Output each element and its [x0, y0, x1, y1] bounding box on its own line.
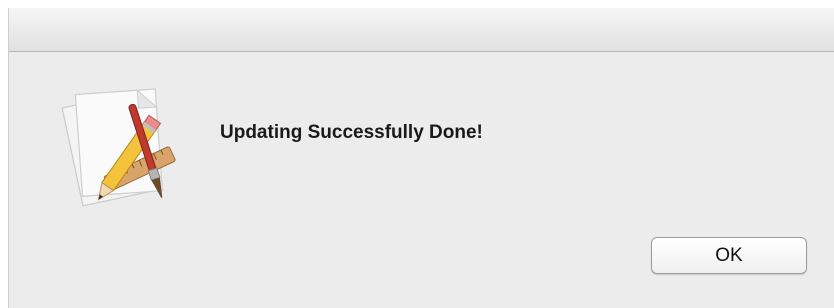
text-edit-app-icon	[49, 70, 179, 220]
alert-dialog: Updating Successfully Done! OK	[8, 8, 834, 308]
dialog-message: Updating Successfully Done!	[220, 122, 483, 143]
ok-button[interactable]: OK	[651, 237, 807, 274]
window-titlebar[interactable]	[9, 8, 834, 52]
